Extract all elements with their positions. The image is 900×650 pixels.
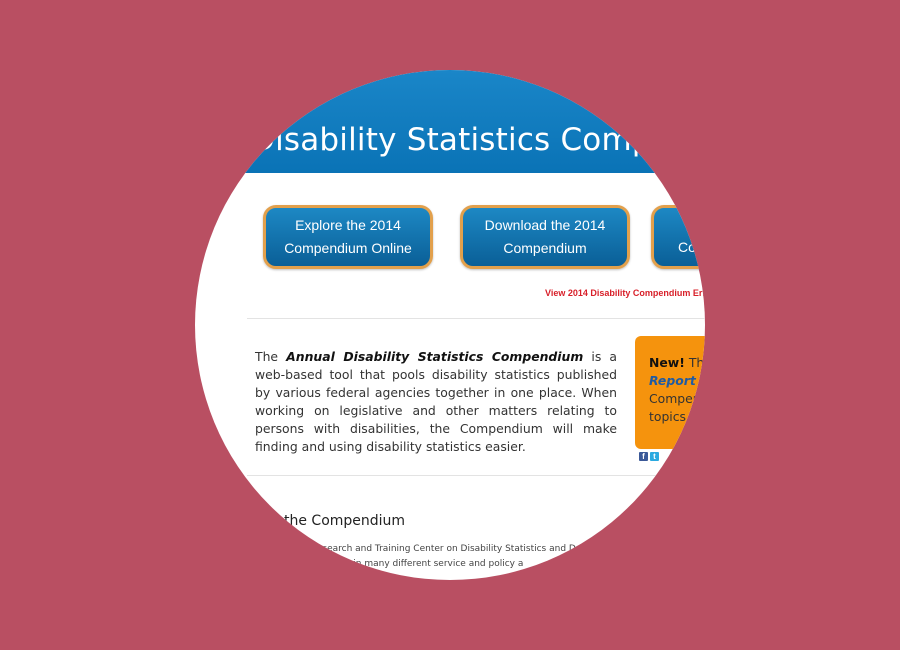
divider xyxy=(247,475,705,476)
notice-line1: The xyxy=(688,355,705,370)
new-label: New! xyxy=(649,355,685,370)
divider xyxy=(247,318,705,319)
intro-prefix: The xyxy=(255,349,287,364)
facebook-icon[interactable]: f xyxy=(639,452,648,461)
third-compendium-button[interactable]: Co xyxy=(651,205,705,269)
web-page: Disability Statistics Compen Explore the… xyxy=(195,70,705,580)
magnifier-lens: Disability Statistics Compen Explore the… xyxy=(195,70,705,580)
explore-button-line1: Explore the 2014 xyxy=(295,217,401,233)
about-heading: the Compendium xyxy=(284,513,406,529)
about-text: Research and Training Center on Disabili… xyxy=(311,542,591,572)
notice-line4: topics. xyxy=(649,409,690,424)
download-button-line1: Download the 2014 xyxy=(484,217,606,233)
notice-line3: Compen xyxy=(649,391,701,406)
errata-link[interactable]: View 2014 Disability Compendium Erra xyxy=(545,288,705,298)
compendium-name: Annual Disability Statistics Compendium xyxy=(286,349,584,364)
about-line1: Research and Training Center on Disabili… xyxy=(311,544,591,554)
explore-compendium-button[interactable]: Explore the 2014 Compendium Online xyxy=(263,205,433,269)
download-button-line2: Compendium xyxy=(503,240,587,256)
site-banner: Disability Statistics Compen xyxy=(195,70,705,173)
intro-body: is a web-based tool that pools disabilit… xyxy=(255,349,617,454)
notice-line2: is xyxy=(699,373,705,388)
social-share: f t xyxy=(639,452,659,461)
twitter-icon[interactable]: t xyxy=(650,452,659,461)
intro-paragraph: The Annual Disability Statistics Compend… xyxy=(255,348,617,456)
new-report-notice: New! The Report is Compen topics. xyxy=(635,336,705,449)
third-button-label: Co xyxy=(678,238,696,255)
explore-button-line2: Compendium Online xyxy=(284,240,412,256)
report-link[interactable]: Report xyxy=(649,373,696,388)
site-title: Disability Statistics Compen xyxy=(251,122,691,158)
download-compendium-button[interactable]: Download the 2014 Compendium xyxy=(460,205,630,269)
about-line2: making in many different service and pol… xyxy=(317,559,524,569)
